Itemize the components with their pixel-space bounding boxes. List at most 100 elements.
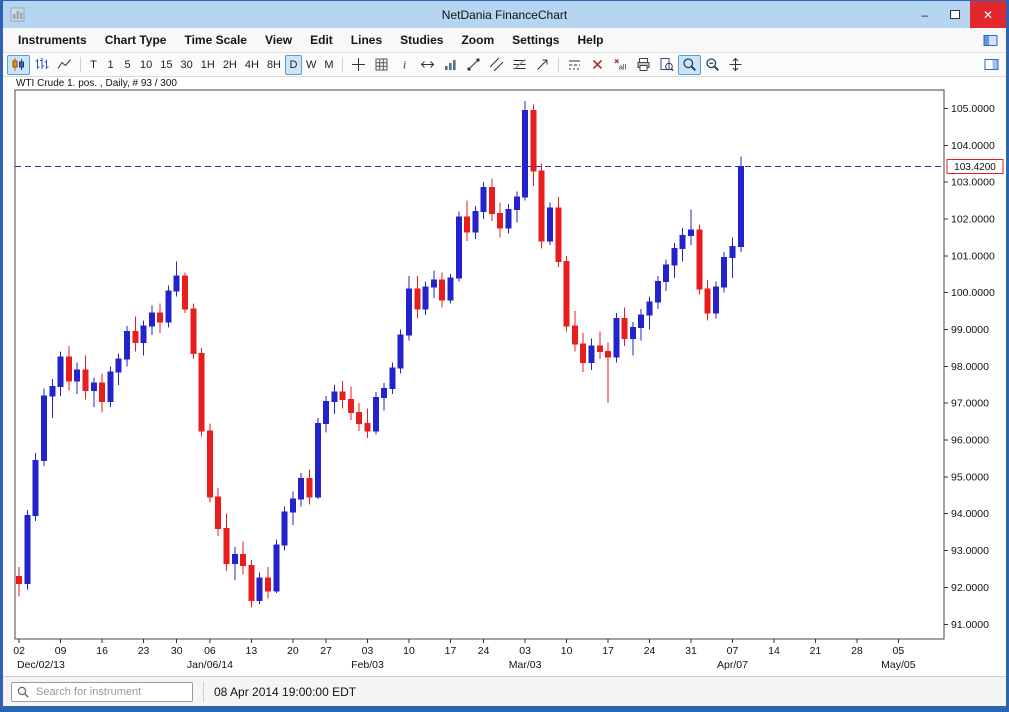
candle-body bbox=[50, 387, 55, 396]
toolbar-separator bbox=[558, 57, 559, 72]
candlestick-chart-button[interactable] bbox=[7, 55, 30, 75]
x-axis-month-label: Dec/02/13 bbox=[17, 659, 65, 671]
minimize-button[interactable]: – bbox=[910, 1, 940, 28]
x-axis-day-label: 05 bbox=[893, 645, 905, 657]
dock-panel-icon[interactable] bbox=[983, 33, 998, 48]
app-icon bbox=[10, 7, 25, 22]
menu-instruments[interactable]: Instruments bbox=[9, 31, 96, 49]
candle-body bbox=[498, 213, 503, 228]
maximize-button[interactable] bbox=[940, 1, 970, 28]
candle-body bbox=[124, 331, 129, 359]
candle-body bbox=[290, 499, 295, 512]
candle-body bbox=[241, 554, 246, 565]
menu-view[interactable]: View bbox=[256, 31, 301, 49]
ohlc-bars-chart-button[interactable] bbox=[30, 55, 53, 75]
candle-body bbox=[324, 401, 329, 423]
candle-body bbox=[357, 412, 362, 423]
interval-1h-button[interactable]: 1H bbox=[197, 55, 219, 75]
instrument-search-box[interactable] bbox=[11, 682, 193, 702]
interval-tick-button[interactable]: T bbox=[85, 55, 102, 75]
y-axis-label: 91.0000 bbox=[951, 619, 989, 631]
candle-body bbox=[149, 313, 154, 326]
search-icon bbox=[17, 686, 29, 698]
x-axis-day-label: 17 bbox=[445, 645, 457, 657]
candle-body bbox=[17, 576, 22, 583]
search-input[interactable] bbox=[34, 685, 187, 699]
delete-icon bbox=[590, 57, 605, 72]
candle-body bbox=[489, 188, 494, 214]
retracement-tool-button[interactable] bbox=[508, 55, 531, 75]
menu-time-scale[interactable]: Time Scale bbox=[175, 31, 255, 49]
maximize-icon bbox=[950, 10, 960, 19]
x-axis-day-label: 16 bbox=[96, 645, 108, 657]
print-button[interactable] bbox=[632, 55, 655, 75]
grid-button[interactable] bbox=[370, 55, 393, 75]
x-axis-day-label: 06 bbox=[204, 645, 216, 657]
interval-1m-button[interactable]: 1 bbox=[102, 55, 119, 75]
menu-chart-type[interactable]: Chart Type bbox=[96, 31, 176, 49]
candle-body bbox=[581, 344, 586, 362]
y-axis-label: 103.0000 bbox=[951, 177, 995, 189]
arrow-tool-button[interactable] bbox=[531, 55, 554, 75]
menu-help[interactable]: Help bbox=[568, 31, 612, 49]
candle-body bbox=[722, 258, 727, 287]
candle-body bbox=[473, 212, 478, 232]
menu-edit[interactable]: Edit bbox=[301, 31, 342, 49]
interval-10m-button[interactable]: 10 bbox=[136, 55, 156, 75]
zoom-out-button[interactable] bbox=[701, 55, 724, 75]
menu-lines[interactable]: Lines bbox=[342, 31, 391, 49]
candle-body bbox=[365, 423, 370, 430]
delete-all-icon: all bbox=[613, 57, 628, 72]
panel-switch-icon[interactable] bbox=[984, 57, 999, 72]
candle-body bbox=[614, 318, 619, 357]
interval-30m-button[interactable]: 30 bbox=[177, 55, 197, 75]
candle-body bbox=[199, 353, 204, 430]
trend-line-tool-button[interactable] bbox=[462, 55, 485, 75]
candle-body bbox=[655, 282, 660, 302]
candle-body bbox=[622, 318, 627, 338]
candle-body bbox=[249, 565, 254, 600]
candle-body bbox=[481, 188, 486, 212]
crosshair-button[interactable] bbox=[347, 55, 370, 75]
axis-scale-button[interactable] bbox=[724, 55, 747, 75]
status-bar: 08 Apr 2014 19:00:00 EDT bbox=[3, 676, 1006, 706]
line-style-button[interactable] bbox=[563, 55, 586, 75]
menu-settings[interactable]: Settings bbox=[503, 31, 568, 49]
window-controls: – ✕ bbox=[910, 1, 1006, 28]
interval-8h-button[interactable]: 8H bbox=[263, 55, 285, 75]
candle-body bbox=[415, 289, 420, 309]
interval-monthly-button[interactable]: M bbox=[320, 55, 337, 75]
chart-svg[interactable]: 105.0000104.0000103.0000102.0000101.0000… bbox=[3, 77, 1006, 676]
delete-all-lines-button[interactable]: all bbox=[609, 55, 632, 75]
interval-15m-button[interactable]: 15 bbox=[156, 55, 176, 75]
scroll-horizontal-button[interactable] bbox=[416, 55, 439, 75]
zoom-fit-button[interactable] bbox=[655, 55, 678, 75]
candle-body bbox=[108, 372, 113, 401]
candle-body bbox=[697, 230, 702, 289]
interval-2h-button[interactable]: 2H bbox=[219, 55, 241, 75]
menu-studies[interactable]: Studies bbox=[391, 31, 452, 49]
interval-5m-button[interactable]: 5 bbox=[119, 55, 136, 75]
line-chart-button[interactable] bbox=[53, 55, 76, 75]
zoom-mode-button[interactable] bbox=[678, 55, 701, 75]
chart-region[interactable]: WTI Crude 1. pos. , Daily, # 93 / 300 10… bbox=[3, 77, 1006, 676]
interval-daily-button[interactable]: D bbox=[285, 55, 302, 75]
axis-scale-icon bbox=[728, 57, 743, 72]
interval-4h-button[interactable]: 4H bbox=[241, 55, 263, 75]
volume-button[interactable] bbox=[439, 55, 462, 75]
candle-body bbox=[257, 578, 262, 600]
close-button[interactable]: ✕ bbox=[970, 1, 1006, 28]
x-axis-day-label: 24 bbox=[478, 645, 490, 657]
tool-bar: T151015301H2H4H8HDWMiall bbox=[3, 53, 1006, 77]
candle-body bbox=[340, 392, 345, 399]
title-bar[interactable]: NetDania FinanceChart – ✕ bbox=[3, 1, 1006, 28]
info-button[interactable]: i bbox=[393, 55, 416, 75]
y-axis-label: 104.0000 bbox=[951, 140, 995, 152]
candle-body bbox=[456, 217, 461, 278]
candle-body bbox=[158, 313, 163, 322]
menu-zoom[interactable]: Zoom bbox=[452, 31, 503, 49]
trend-channel-tool-button[interactable] bbox=[485, 55, 508, 75]
interval-weekly-button[interactable]: W bbox=[302, 55, 320, 75]
trend-channel-icon bbox=[489, 57, 504, 72]
delete-line-button[interactable] bbox=[586, 55, 609, 75]
